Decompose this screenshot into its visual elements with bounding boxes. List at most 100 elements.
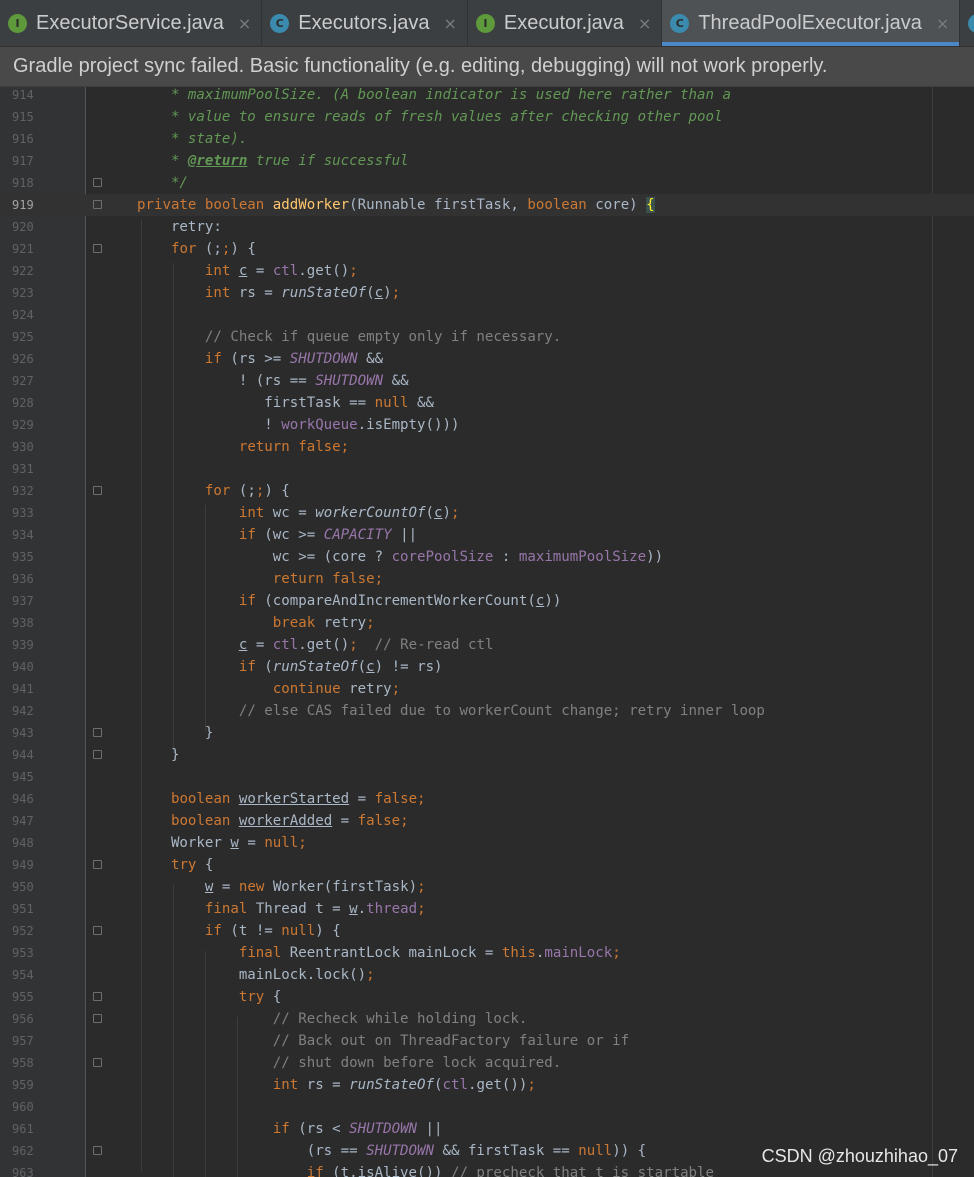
fold-marker-icon[interactable] <box>93 486 102 495</box>
fold-marker-icon[interactable] <box>93 178 102 187</box>
code-line: 930 return false; <box>0 436 974 458</box>
close-tab-icon[interactable]: × <box>443 14 456 33</box>
code-token: mainLock.lock() <box>137 967 367 983</box>
code-text: for (;;) { <box>137 238 256 260</box>
code-token: Thread t = <box>255 901 350 917</box>
class-icon: C <box>270 13 290 33</box>
code-token: ) <box>442 505 452 521</box>
code-token: int <box>272 1077 307 1093</box>
line-number: 928 <box>12 396 34 410</box>
code-line: 935 wc >= (core ? corePoolSize : maximum… <box>0 546 974 568</box>
code-token: for <box>204 483 239 499</box>
code-token: w <box>230 835 239 851</box>
code-token: c <box>434 505 443 521</box>
close-tab-icon[interactable]: × <box>936 14 949 33</box>
code-line: 925 // Check if queue empty only if nece… <box>0 326 974 348</box>
code-line: 922 int c = ctl.get(); <box>0 260 974 282</box>
code-token: true if successful <box>247 153 409 169</box>
code-text: for (;;) { <box>137 480 290 502</box>
code-text: int c = ctl.get(); <box>137 260 358 282</box>
code-token: ReentrantLock mainLock = <box>289 945 502 961</box>
code-token: .get() <box>298 263 350 279</box>
code-token: * <box>137 153 188 169</box>
code-line: 938 break retry; <box>0 612 974 634</box>
code-token: workerStarted <box>238 791 350 807</box>
code-text: continue retry; <box>137 678 400 700</box>
line-number: 934 <box>12 528 34 542</box>
tab-executorservice-java[interactable]: I ExecutorService.java × <box>0 0 263 46</box>
code-token: firstTask == <box>137 395 375 411</box>
fold-marker-icon[interactable] <box>93 244 102 253</box>
tab-executor-java[interactable]: I Executor.java × <box>468 0 663 46</box>
tab-at[interactable]: CAt <box>960 0 974 46</box>
class-icon: C <box>968 13 974 33</box>
code-text: int rs = runStateOf(ctl.get()); <box>137 1074 536 1096</box>
line-number: 956 <box>12 1012 34 1026</box>
code-token: (rs >= <box>230 351 290 367</box>
fold-marker-icon[interactable] <box>93 860 102 869</box>
fold-marker-icon[interactable] <box>93 926 102 935</box>
line-number: 919 <box>12 198 34 212</box>
code-text: } <box>137 722 214 744</box>
code-token: (t.isAlive()) <box>332 1165 451 1177</box>
code-text: * maximumPoolSize. (A boolean indicator … <box>137 87 731 106</box>
fold-marker-icon[interactable] <box>93 1058 102 1067</box>
code-token: )) <box>544 593 562 609</box>
tab-threadpoolexecutor-java[interactable]: C ThreadPoolExecutor.java × <box>662 0 961 46</box>
code-token: ctl <box>442 1077 468 1093</box>
code-token: null <box>578 1143 613 1159</box>
code-token: ctl <box>272 263 299 279</box>
code-token: // shut down before lock acquired. <box>272 1055 562 1071</box>
fold-marker-icon[interactable] <box>93 200 102 209</box>
code-token: // else CAS failed due to workerCount ch… <box>238 703 765 719</box>
code-text: wc >= (core ? corePoolSize : maximumPool… <box>137 546 663 568</box>
code-token: this <box>501 945 536 961</box>
code-text: } <box>137 744 180 766</box>
line-number: 953 <box>12 946 34 960</box>
code-text: try { <box>137 854 213 876</box>
code-text: * @return true if successful <box>137 150 409 172</box>
code-line: 946 boolean workerStarted = false; <box>0 788 974 810</box>
tab-executors-java[interactable]: C Executors.java × <box>262 0 468 46</box>
code-token: * maximumPoolSize. (A boolean indicator … <box>137 87 731 103</box>
code-token: )) <box>646 549 664 565</box>
code-token: w <box>349 901 358 917</box>
fold-marker-icon[interactable] <box>93 992 102 1001</box>
code-line: 916 * state). <box>0 128 974 150</box>
code-token: workerAdded <box>238 813 333 829</box>
code-line: 961 if (rs < SHUTDOWN || <box>0 1118 974 1140</box>
line-number: 914 <box>12 88 34 102</box>
code-token: return false; <box>238 439 350 455</box>
code-line: 936 return false; <box>0 568 974 590</box>
code-line: 949 try { <box>0 854 974 876</box>
line-number: 918 <box>12 176 34 190</box>
fold-marker-icon[interactable] <box>93 1014 102 1023</box>
code-text: private boolean addWorker(Runnable first… <box>137 194 655 216</box>
code-line: 960 <box>0 1096 974 1118</box>
code-token: runStateOf <box>272 659 358 675</box>
fold-marker-icon[interactable] <box>93 750 102 759</box>
code-token: { <box>272 989 282 1005</box>
code-editor[interactable]: 914 * maximumPoolSize. (A boolean indica… <box>0 87 974 1177</box>
code-token: ctl <box>272 637 299 653</box>
code-line: 931 <box>0 458 974 480</box>
fold-marker-icon[interactable] <box>93 728 102 737</box>
code-token: final <box>238 945 290 961</box>
code-token: && firstTask == <box>434 1143 579 1159</box>
code-token: core) <box>595 197 647 213</box>
code-token: ) != rs) <box>374 659 443 675</box>
close-tab-icon[interactable]: × <box>638 14 651 33</box>
close-tab-icon[interactable]: × <box>238 14 251 33</box>
line-number: 954 <box>12 968 34 982</box>
code-line: 945 <box>0 766 974 788</box>
interface-icon: I <box>8 13 27 33</box>
fold-marker-icon[interactable] <box>93 1146 102 1155</box>
code-token: if <box>272 1121 299 1137</box>
code-token: workQueue <box>281 417 358 433</box>
code-token: ; <box>612 945 621 961</box>
line-number: 952 <box>12 924 34 938</box>
